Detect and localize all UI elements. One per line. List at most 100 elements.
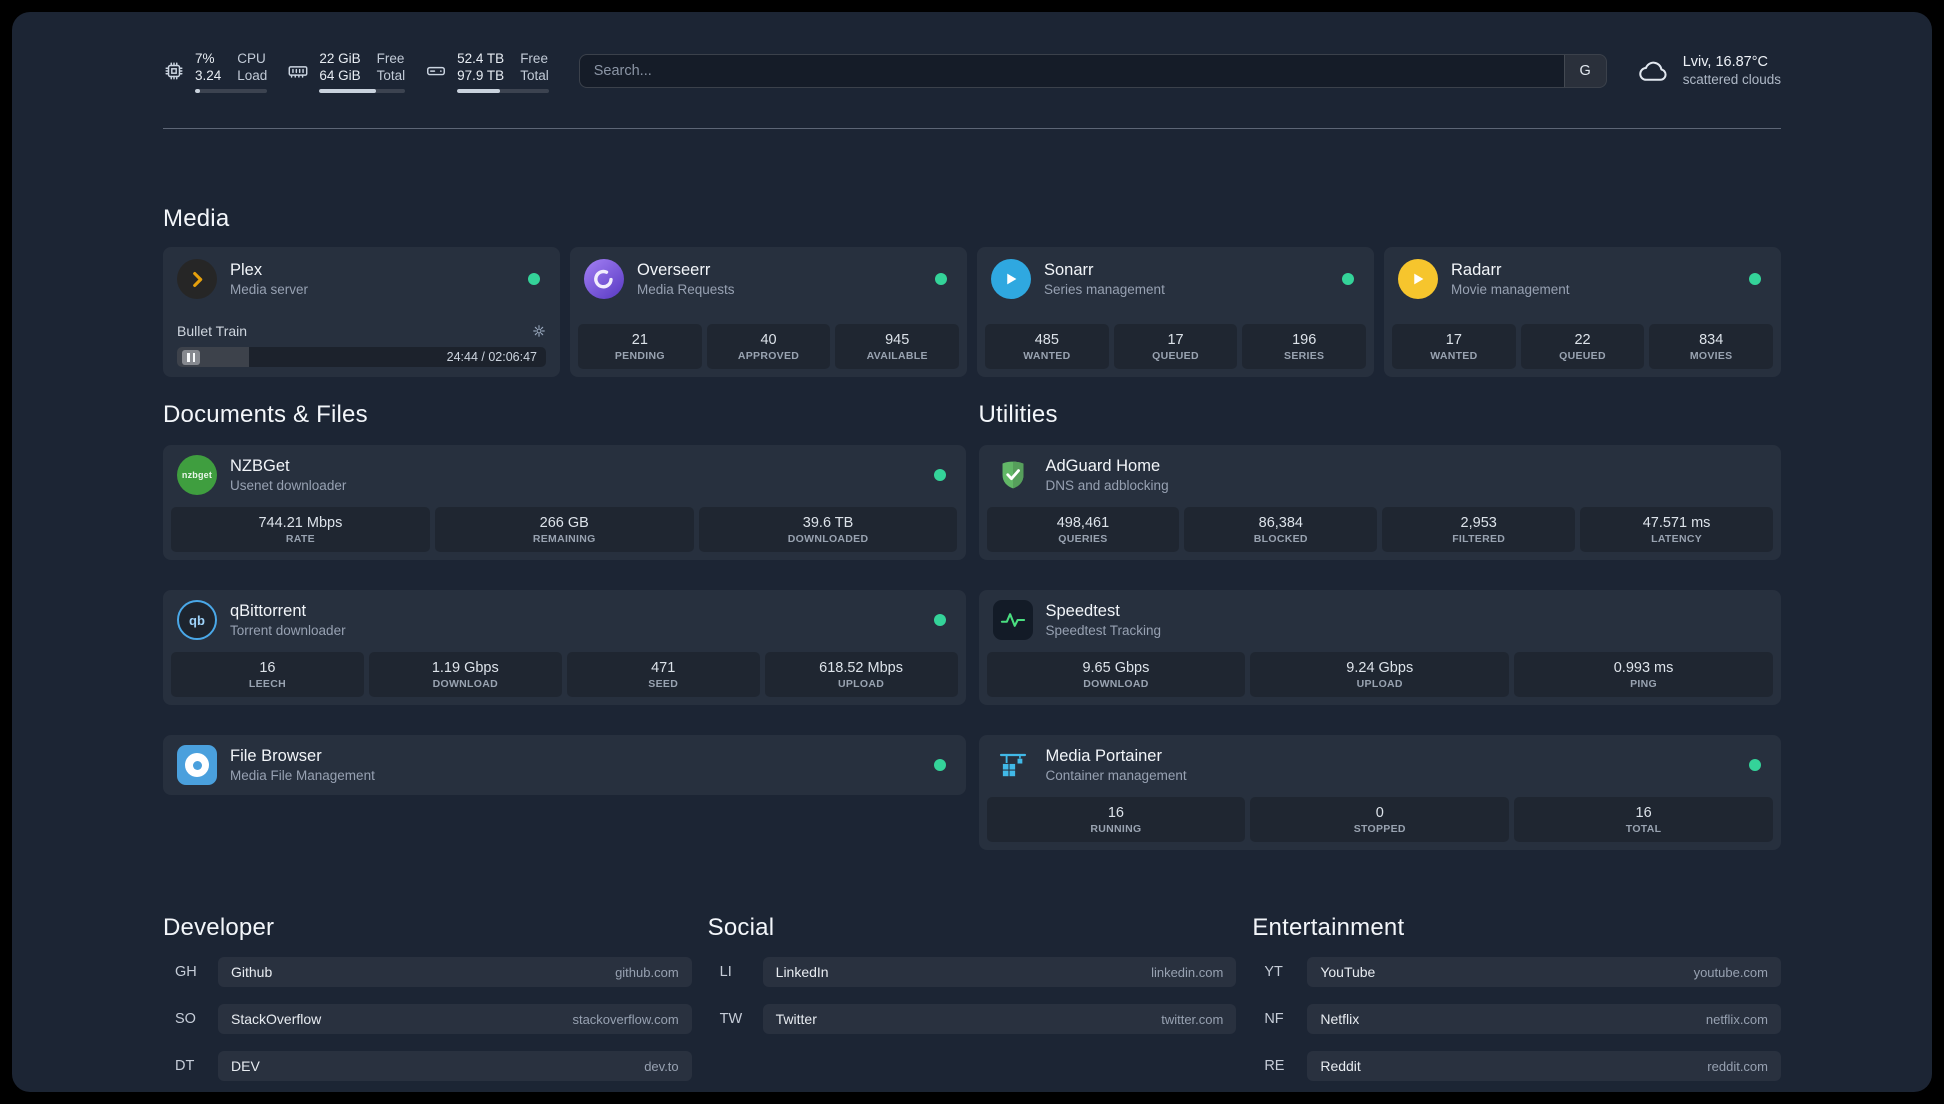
stat-label: AVAILABLE bbox=[866, 350, 928, 362]
service-titles: Sonarr Series management bbox=[1044, 260, 1329, 298]
bookmark-linkedin[interactable]: LI LinkedIn linkedin.com bbox=[708, 957, 1237, 987]
bookmark-stackoverflow[interactable]: SO StackOverflow stackoverflow.com bbox=[163, 1004, 692, 1034]
status-dot bbox=[933, 759, 946, 771]
stat-block: 9.24 Gbps UPLOAD bbox=[1250, 652, 1510, 697]
service-link-portainer[interactable]: Media Portainer Container management bbox=[987, 743, 1774, 787]
cpu-label-bottom: Load bbox=[237, 67, 268, 83]
memory-usage-bar bbox=[319, 88, 406, 93]
stat-label: QUEUED bbox=[1559, 350, 1606, 362]
weather-condition: scattered clouds bbox=[1682, 72, 1781, 87]
service-title: Plex bbox=[230, 261, 263, 279]
resource-widgets: 7% CPU 3.24 Load 22 GiB Free 64 GiB Tota… bbox=[163, 50, 549, 93]
status-dot bbox=[528, 273, 540, 285]
status-dot bbox=[933, 469, 946, 481]
stat-block: 21 PENDING bbox=[578, 324, 702, 369]
search-input[interactable] bbox=[579, 55, 1564, 87]
service-card-adguard: AdGuard Home DNS and adblocking 498,461 … bbox=[978, 445, 1781, 560]
stat-value: 17 bbox=[1445, 332, 1462, 348]
status-dot bbox=[935, 273, 947, 285]
section-title-developer: Developer bbox=[163, 914, 275, 941]
status-dot bbox=[1749, 759, 1761, 771]
bookmark-dev[interactable]: DT DEV dev.to bbox=[163, 1051, 692, 1081]
stat-value: 16 bbox=[1107, 805, 1124, 821]
stat-value: 21 bbox=[631, 332, 648, 348]
service-title: File Browser bbox=[230, 747, 322, 765]
overseerr-logo bbox=[584, 259, 624, 299]
bookmark-name: StackOverflow bbox=[231, 1011, 322, 1027]
service-titles: Speedtest Speedtest Tracking bbox=[1046, 601, 1768, 639]
settings-gear-icon[interactable] bbox=[532, 324, 546, 338]
service-titles: File Browser Media File Management bbox=[230, 746, 921, 784]
pause-icon[interactable] bbox=[182, 349, 200, 365]
stat-value: 266 GB bbox=[539, 515, 589, 531]
bookmark-abbr: SO bbox=[175, 1011, 196, 1027]
memory-total-value: 64 GiB bbox=[319, 67, 361, 83]
service-subtitle: Media File Management bbox=[230, 768, 375, 783]
service-titles: qBittorrent Torrent downloader bbox=[230, 601, 921, 639]
media-card-grid: Plex Media server Bullet Train 24:44 / 0… bbox=[163, 247, 1781, 377]
cpu-readout: 7% CPU 3.24 Load bbox=[195, 50, 268, 93]
service-titles: Plex Media server bbox=[230, 260, 515, 298]
stat-block: 471 SEED bbox=[566, 652, 760, 697]
disk-readout: 52.4 TB Free 97.9 TB Total bbox=[457, 50, 549, 93]
stat-value: 0 bbox=[1375, 805, 1384, 821]
service-link-filebrowser[interactable]: File Browser Media File Management bbox=[171, 743, 958, 787]
service-titles: Overseerr Media Requests bbox=[637, 260, 922, 298]
stat-value: 17 bbox=[1167, 332, 1184, 348]
stat-label: RATE bbox=[285, 533, 315, 545]
stat-value: 1.19 Gbps bbox=[431, 660, 499, 676]
service-link-plex[interactable]: Plex Media server bbox=[171, 257, 552, 301]
adguard-shield-logo bbox=[993, 455, 1033, 495]
section-title-utilities: Utilities bbox=[978, 401, 1058, 428]
service-link-radarr[interactable]: Radarr Movie management bbox=[1392, 257, 1773, 301]
memory-icon bbox=[287, 60, 309, 82]
memory-label-top: Free bbox=[376, 50, 405, 66]
service-subtitle: Usenet downloader bbox=[230, 478, 347, 493]
bookmark-netflix[interactable]: NF Netflix netflix.com bbox=[1252, 1004, 1781, 1034]
stat-value: 498,461 bbox=[1056, 515, 1110, 531]
stat-label: PING bbox=[1630, 678, 1657, 690]
service-link-sonarr[interactable]: Sonarr Series management bbox=[985, 257, 1366, 301]
stat-label: QUERIES bbox=[1058, 533, 1108, 545]
service-link-adguard[interactable]: AdGuard Home DNS and adblocking bbox=[987, 453, 1774, 497]
bookmark-url: reddit.com bbox=[1707, 1058, 1768, 1074]
service-link-speedtest[interactable]: Speedtest Speedtest Tracking bbox=[987, 598, 1774, 642]
section-utilities: Utilities AdGuard Home DNS and adblockin… bbox=[978, 401, 1781, 850]
stat-value: 86,384 bbox=[1258, 515, 1303, 531]
speedtest-pulse-logo bbox=[992, 600, 1033, 640]
bookmark-body: Netflix netflix.com bbox=[1307, 1004, 1781, 1034]
service-stats: 16 LEECH 1.19 Gbps DOWNLOAD 471 SEED 618… bbox=[171, 652, 958, 697]
bookmark-body: YouTube youtube.com bbox=[1307, 957, 1781, 987]
stat-block: 485 WANTED bbox=[985, 324, 1109, 369]
bookmark-name: LinkedIn bbox=[775, 964, 829, 980]
disk-free-value: 52.4 TB bbox=[457, 50, 505, 66]
weather-widget[interactable]: Lviv, 16.87°C scattered clouds bbox=[1637, 53, 1781, 89]
service-title: qBittorrent bbox=[230, 602, 307, 620]
disk-usage-bar bbox=[457, 88, 549, 93]
search-provider-button[interactable]: G bbox=[1563, 55, 1606, 87]
section-title-documents: Documents & Files bbox=[163, 401, 368, 428]
bookmark-reddit[interactable]: RE Reddit reddit.com bbox=[1252, 1051, 1781, 1081]
stat-label: MOVIES bbox=[1689, 350, 1733, 362]
cloud-icon bbox=[1637, 55, 1669, 87]
bookmark-abbr: DT bbox=[175, 1058, 195, 1074]
bookmark-twitter[interactable]: TW Twitter twitter.com bbox=[708, 1004, 1237, 1034]
stat-label: RUNNING bbox=[1090, 823, 1142, 835]
stat-block: 834 MOVIES bbox=[1649, 324, 1774, 369]
disk-total-value: 97.9 TB bbox=[457, 67, 505, 83]
bookmark-abbr: RE bbox=[1264, 1058, 1285, 1074]
section-documents: Documents & Files nzbget NZBGet Usenet d… bbox=[163, 401, 966, 850]
bookmark-body: StackOverflow stackoverflow.com bbox=[218, 1004, 692, 1034]
disk-widget: 52.4 TB Free 97.9 TB Total bbox=[425, 50, 549, 93]
stat-label: REMAINING bbox=[532, 533, 596, 545]
stat-label: FILTERED bbox=[1452, 533, 1506, 545]
service-link-overseerr[interactable]: Overseerr Media Requests bbox=[578, 257, 959, 301]
service-card-sonarr: Sonarr Series management 485 WANTED 17 Q… bbox=[977, 247, 1374, 377]
stat-value: 618.52 Mbps bbox=[819, 660, 903, 676]
bookmark-github[interactable]: GH Github github.com bbox=[163, 957, 692, 987]
bookmark-youtube[interactable]: YT YouTube youtube.com bbox=[1252, 957, 1781, 987]
service-card-portainer: Media Portainer Container management 16 … bbox=[978, 735, 1781, 850]
playback-progress-bar[interactable]: 24:44 / 02:06:47 bbox=[177, 347, 546, 367]
service-link-qbittorrent[interactable]: qb qBittorrent Torrent downloader bbox=[171, 598, 958, 642]
service-link-nzbget[interactable]: nzbget NZBGet Usenet downloader bbox=[171, 453, 958, 497]
